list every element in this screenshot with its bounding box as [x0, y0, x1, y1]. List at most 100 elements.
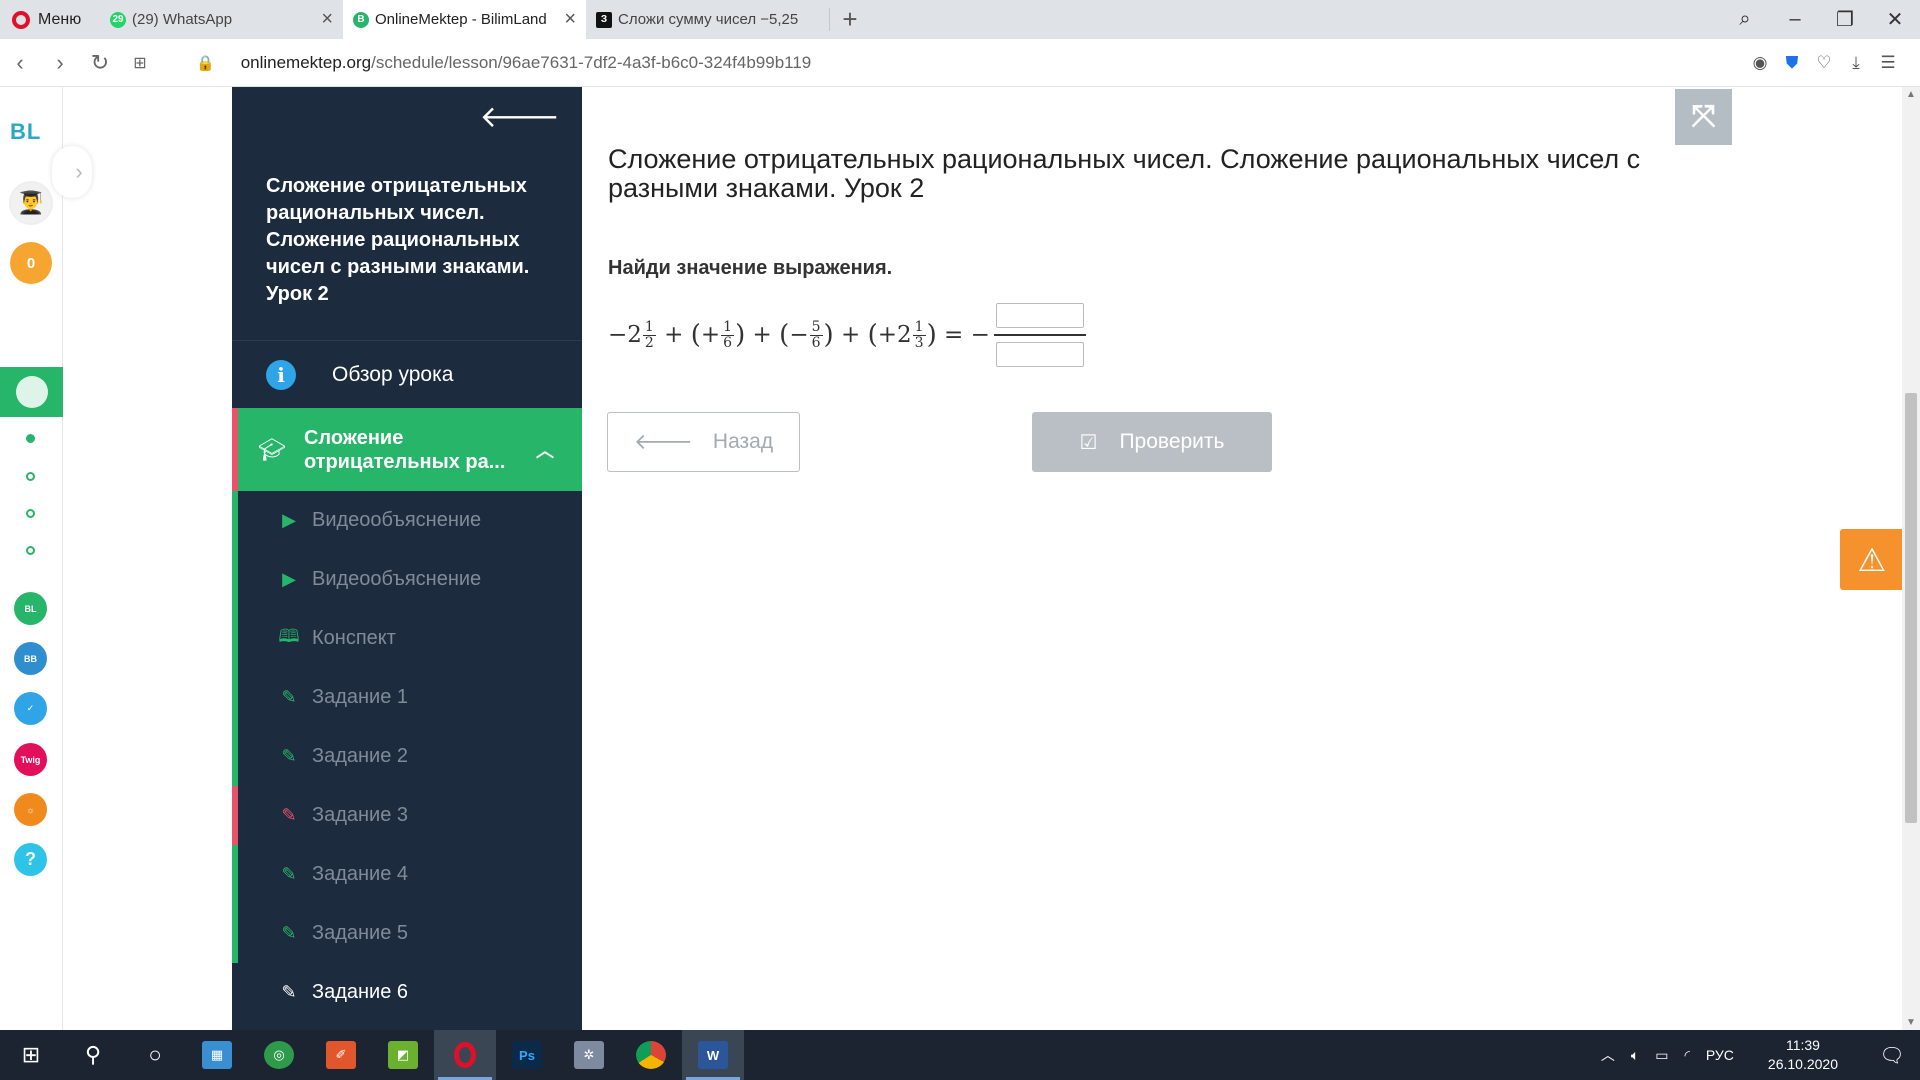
language-indicator[interactable]: РУС: [1706, 1047, 1734, 1063]
step-dot[interactable]: [26, 546, 35, 555]
math-expression: −2 1 2 + (+ 1 6 ) + (− 5 6 ) + (+ 2 1 3 …: [608, 295, 1086, 375]
list-item[interactable]: 🕮 Конспект: [232, 609, 582, 668]
address-bar: ‹ › ↻ ⊞ 🔒 onlinemektep.org /schedule/les…: [0, 39, 1920, 87]
download-icon[interactable]: ⤓: [1840, 53, 1872, 73]
shield-icon[interactable]: ⛊: [1776, 53, 1808, 73]
list-item[interactable]: ✎ Задание 1: [232, 668, 582, 727]
denominator: 2: [644, 334, 654, 351]
maps-app-icon[interactable]: ◎: [248, 1030, 310, 1080]
fullscreen-icon[interactable]: ⤧: [1675, 89, 1732, 145]
page-scrollbar[interactable]: ▲ ▼: [1902, 87, 1920, 1030]
lesson-overview-item[interactable]: i Обзор урока: [232, 340, 582, 408]
term4-whole: 2: [897, 322, 912, 348]
tab-whatsapp[interactable]: 29 (29) WhatsApp ×: [100, 0, 343, 39]
reload-icon[interactable]: ↻: [80, 50, 120, 76]
expand-rail-chevron-icon[interactable]: ›: [52, 146, 92, 198]
checkbox-icon: ☑: [1079, 431, 1098, 454]
bilimland-logo[interactable]: BL: [10, 119, 41, 145]
tab-znanija[interactable]: З Сложи сумму чисел −5,25: [586, 0, 829, 39]
task-view-icon[interactable]: ○: [124, 1030, 186, 1080]
znanija-favicon-icon: З: [596, 11, 612, 28]
answer-numerator-input[interactable]: [995, 303, 1084, 328]
word-app-icon[interactable]: W: [682, 1030, 744, 1080]
browser-tabbar: Меню 29 (29) WhatsApp × B OnlineMektep -…: [0, 0, 1920, 39]
list-item-current[interactable]: ✎ Задание 6: [232, 963, 582, 1022]
back-icon[interactable]: ‹: [0, 50, 40, 76]
volume-icon[interactable]: 🔈︎: [1631, 1047, 1639, 1064]
chevron-up-icon[interactable]: ︿: [536, 437, 554, 463]
opera-menu-button[interactable]: Меню: [0, 0, 100, 39]
coreldraw-app-icon[interactable]: ◩: [372, 1030, 434, 1080]
new-tab-button[interactable]: +: [830, 0, 870, 39]
close-window-icon[interactable]: ✕: [1870, 7, 1920, 32]
bilimland-app-icon[interactable]: BL: [14, 592, 47, 625]
imagin-app-icon[interactable]: ☼: [14, 793, 47, 826]
step-dot[interactable]: [26, 509, 35, 518]
edit-icon: ✎: [281, 982, 297, 1002]
forward-icon[interactable]: ›: [40, 50, 80, 76]
page-title: Сложение отрицательных рациональных чисе…: [608, 144, 1641, 203]
item-label: Задание 6: [312, 981, 409, 1003]
back-button[interactable]: 🡐 Назад: [607, 412, 800, 472]
answer-fraction: [993, 303, 1086, 367]
tab-onlinemektep[interactable]: B OnlineMektep - BilimLand ×: [343, 0, 586, 39]
check-button[interactable]: ☑ Проверить: [1032, 412, 1272, 472]
edit-icon: ✎: [281, 923, 297, 943]
photos-app-icon[interactable]: ▦: [186, 1030, 248, 1080]
notifications-icon[interactable]: 🗨︎: [1872, 1043, 1912, 1068]
edit-icon: ✎: [281, 687, 297, 707]
wifi-icon[interactable]: ◜: [1684, 1047, 1689, 1064]
avatar[interactable]: 👨‍🎓: [9, 181, 53, 225]
task-question: Найди значение выражения.: [608, 257, 893, 279]
camera-icon[interactable]: ◉: [1744, 53, 1776, 73]
scroll-up-icon[interactable]: ▲: [1902, 89, 1920, 100]
list-item[interactable]: ✎ Задание 5: [232, 904, 582, 963]
restore-icon[interactable]: ❐: [1820, 7, 1870, 32]
paint-app-icon[interactable]: ✐: [310, 1030, 372, 1080]
search-tabs-icon[interactable]: ⌕: [1720, 8, 1770, 31]
report-issue-warning-icon[interactable]: ⚠: [1840, 529, 1904, 590]
url-field[interactable]: 🔒 onlinemektep.org /schedule/lesson/96ae…: [196, 53, 811, 73]
clock[interactable]: 11:39 26.10.2020: [1760, 1036, 1846, 1074]
edit-icon: ✎: [281, 864, 297, 884]
tab-title: OnlineMektep - BilimLand: [375, 11, 547, 28]
bilimbook-app-icon[interactable]: BB: [14, 642, 47, 675]
step-dot[interactable]: [26, 472, 35, 481]
close-tab-icon[interactable]: ×: [321, 8, 333, 31]
list-item[interactable]: ▶ Видеообъяснение: [232, 491, 582, 550]
settings-icon[interactable]: ☰: [1872, 53, 1904, 73]
heart-icon[interactable]: ♡: [1808, 53, 1840, 73]
speed-dial-icon[interactable]: ⊞: [120, 53, 160, 73]
back-button-label: Назад: [712, 430, 774, 453]
chevron-up-icon[interactable]: ︿: [1601, 1045, 1615, 1065]
item-label: Задание 3: [312, 804, 409, 826]
battery-icon[interactable]: ▭: [1655, 1047, 1668, 1064]
twig-app-icon[interactable]: Twig: [14, 743, 47, 776]
windows-taskbar: ⊞ ⚲ ○ ▦ ◎ ✐ ◩ Ps ✲ W ︿ 🔈︎ ▭ ◜ РУС 11:39 …: [0, 1030, 1920, 1080]
tool-app-icon[interactable]: ✲: [558, 1030, 620, 1080]
windows-start-icon[interactable]: ⊞: [0, 1030, 62, 1080]
step-dot-current[interactable]: [26, 434, 35, 443]
list-item[interactable]: ✎ Задание 4: [232, 845, 582, 904]
scrollbar-thumb[interactable]: [1905, 393, 1917, 823]
system-tray: ︿ 🔈︎ ▭ ◜ РУС 11:39 26.10.2020 🗨︎: [1593, 1036, 1920, 1074]
tasks-app-icon[interactable]: ✓: [14, 692, 47, 725]
list-item[interactable]: ▶ Видеообъяснение: [232, 550, 582, 609]
coin-counter[interactable]: 0: [10, 242, 52, 284]
edit-icon: ✎: [281, 805, 297, 825]
list-item[interactable]: ✎ Задание 2: [232, 727, 582, 786]
collapse-arrow-icon[interactable]: 🡐: [480, 99, 560, 135]
search-icon[interactable]: ⚲: [62, 1030, 124, 1080]
minimize-icon[interactable]: –: [1770, 8, 1820, 31]
scroll-down-icon[interactable]: ▼: [1902, 1017, 1920, 1028]
opera-taskbar-icon[interactable]: [434, 1030, 496, 1080]
chrome-app-icon[interactable]: [620, 1030, 682, 1080]
close-tab-icon[interactable]: ×: [564, 8, 576, 31]
onlinemektep-app-icon[interactable]: [0, 367, 63, 417]
section-header[interactable]: 🎓︎ Сложение отрицательных ра... ︿: [232, 408, 582, 491]
check-button-label: Проверить: [1119, 430, 1225, 453]
photoshop-app-icon[interactable]: Ps: [496, 1030, 558, 1080]
help-icon[interactable]: ?: [14, 843, 47, 876]
list-item[interactable]: ✎ Задание 3: [232, 786, 582, 845]
answer-denominator-input[interactable]: [995, 342, 1084, 367]
